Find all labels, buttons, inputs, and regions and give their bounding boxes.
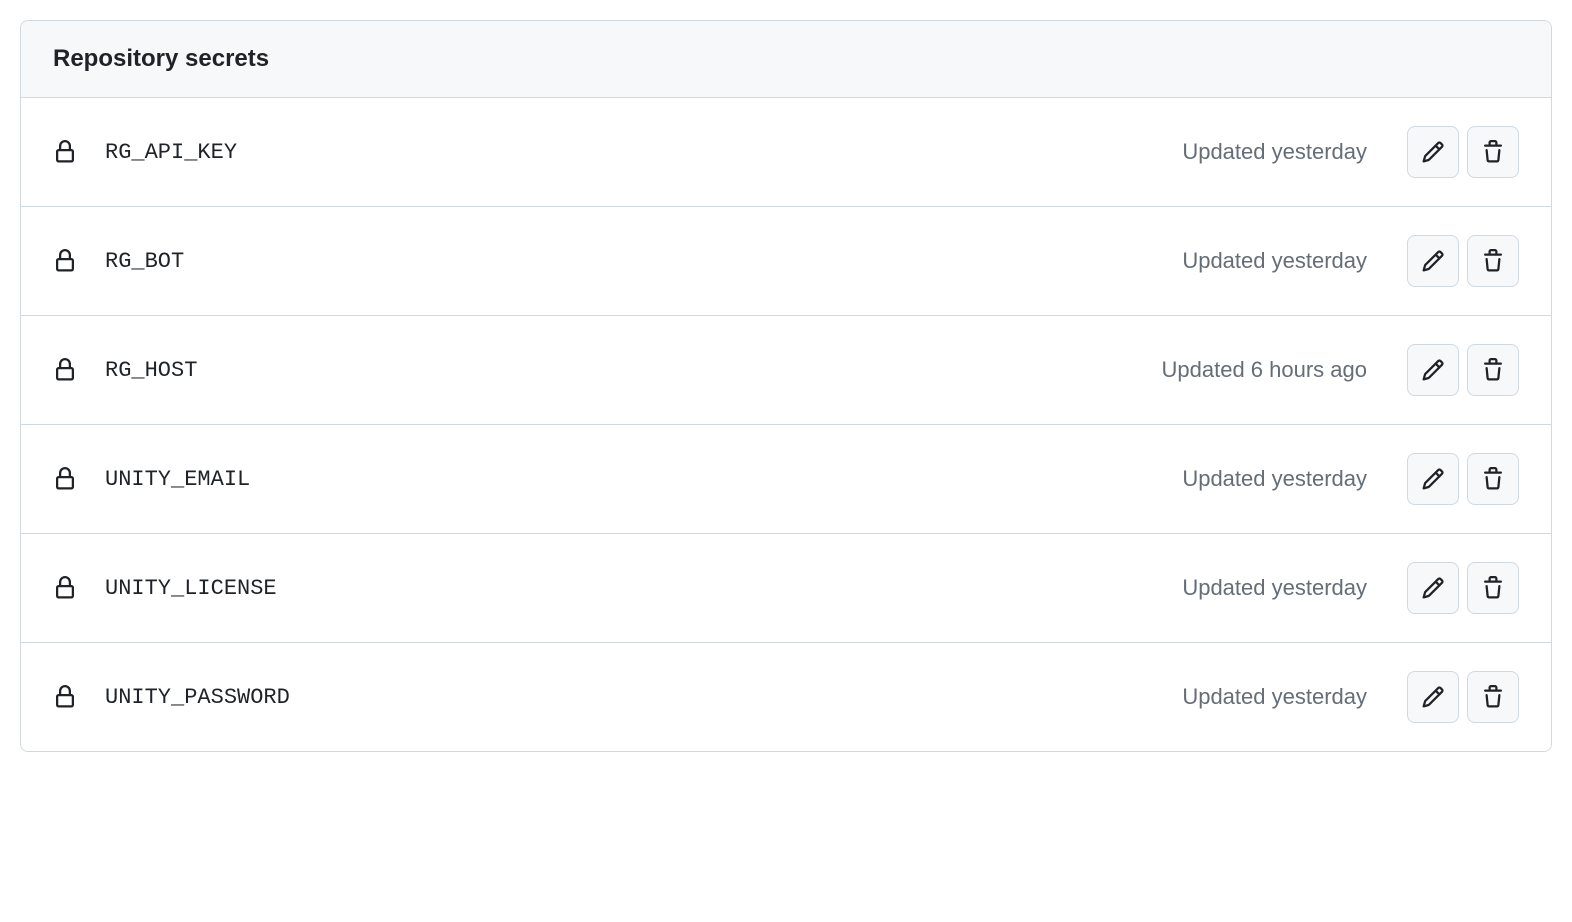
- edit-button[interactable]: [1407, 671, 1459, 723]
- secret-row: RG_BOTUpdated yesterday: [21, 207, 1551, 316]
- edit-button[interactable]: [1407, 126, 1459, 178]
- secret-name: UNITY_EMAIL: [105, 467, 1182, 492]
- lock-icon: [53, 358, 77, 382]
- secret-updated: Updated yesterday: [1182, 575, 1367, 601]
- secret-row: RG_API_KEYUpdated yesterday: [21, 98, 1551, 207]
- lock-icon: [53, 249, 77, 273]
- secret-name: RG_BOT: [105, 249, 1182, 274]
- edit-button[interactable]: [1407, 344, 1459, 396]
- delete-button[interactable]: [1467, 671, 1519, 723]
- delete-button[interactable]: [1467, 562, 1519, 614]
- delete-button[interactable]: [1467, 126, 1519, 178]
- secret-row: RG_HOSTUpdated 6 hours ago: [21, 316, 1551, 425]
- secrets-list: RG_API_KEYUpdated yesterdayRG_BOTUpdated…: [21, 98, 1551, 751]
- secret-updated: Updated yesterday: [1182, 684, 1367, 710]
- lock-icon: [53, 685, 77, 709]
- secret-row: UNITY_EMAILUpdated yesterday: [21, 425, 1551, 534]
- delete-button[interactable]: [1467, 453, 1519, 505]
- repository-secrets-panel: Repository secrets RG_API_KEYUpdated yes…: [20, 20, 1552, 752]
- edit-button[interactable]: [1407, 562, 1459, 614]
- lock-icon: [53, 467, 77, 491]
- edit-button[interactable]: [1407, 235, 1459, 287]
- panel-header: Repository secrets: [21, 21, 1551, 98]
- lock-icon: [53, 140, 77, 164]
- secret-updated: Updated yesterday: [1182, 248, 1367, 274]
- secret-updated: Updated yesterday: [1182, 139, 1367, 165]
- secret-name: UNITY_LICENSE: [105, 576, 1182, 601]
- delete-button[interactable]: [1467, 235, 1519, 287]
- secret-name: RG_HOST: [105, 358, 1162, 383]
- secret-name: RG_API_KEY: [105, 140, 1182, 165]
- secret-row: UNITY_LICENSEUpdated yesterday: [21, 534, 1551, 643]
- lock-icon: [53, 576, 77, 600]
- panel-title: Repository secrets: [53, 45, 1519, 73]
- secret-updated: Updated 6 hours ago: [1162, 357, 1368, 383]
- edit-button[interactable]: [1407, 453, 1459, 505]
- secret-updated: Updated yesterday: [1182, 466, 1367, 492]
- delete-button[interactable]: [1467, 344, 1519, 396]
- secret-row: UNITY_PASSWORDUpdated yesterday: [21, 643, 1551, 751]
- secret-name: UNITY_PASSWORD: [105, 685, 1182, 710]
